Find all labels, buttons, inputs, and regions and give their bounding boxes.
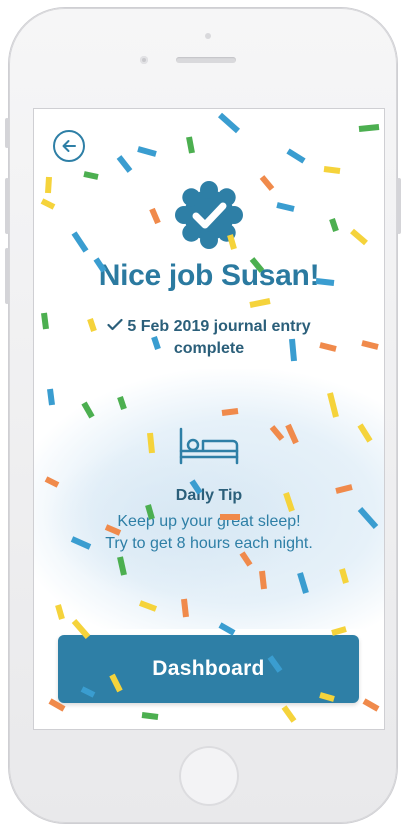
confetti-piece (40, 198, 56, 210)
confetti-piece (329, 218, 339, 232)
confetti-piece (149, 207, 161, 225)
confetti-piece (116, 155, 133, 173)
journal-entry-date-text: 5 Feb 2019 journal entry (127, 318, 311, 335)
bed-icon (179, 427, 239, 465)
app-screen: Nice job Susan! 5 Feb 2019 journal entry… (34, 109, 384, 729)
confetti-piece (276, 202, 295, 212)
confetti-piece (83, 171, 99, 180)
earpiece-speaker (176, 57, 236, 63)
back-button[interactable] (53, 130, 85, 162)
confetti-piece (362, 698, 380, 712)
daily-tip-line-2: Try to get 8 hours each night. (105, 535, 313, 552)
confetti-piece (249, 298, 271, 308)
daily-tip-heading: Daily Tip (175, 487, 243, 504)
back-arrow-icon (62, 140, 76, 152)
volume-down-button (5, 248, 9, 304)
journal-entry-status: 5 Feb 2019 journal entry complete (74, 316, 344, 360)
checkmark-icon (107, 316, 124, 338)
front-camera (140, 56, 148, 64)
confetti-piece (186, 136, 195, 154)
confetti-piece (281, 705, 297, 723)
page-title: Nice job Susan! (98, 259, 320, 292)
confetti-piece (141, 712, 159, 720)
daily-tip-text: Keep up your great sleep! Try to get 8 h… (34, 511, 384, 555)
confetti-piece (45, 176, 52, 194)
verified-check-badge-icon (175, 181, 243, 249)
confetti-piece (71, 231, 89, 253)
confetti-piece (361, 340, 379, 350)
confetti-piece (331, 626, 347, 636)
confetti-piece (358, 124, 380, 132)
journal-entry-complete-text: complete (173, 340, 245, 357)
home-button[interactable] (179, 746, 239, 806)
confetti-piece (259, 175, 275, 191)
daily-tip-line-1: Keep up your great sleep! (117, 513, 301, 530)
confetti-piece (218, 112, 240, 134)
confetti-piece (350, 228, 368, 246)
dashboard-button[interactable]: Dashboard (58, 635, 359, 703)
confetti-piece (41, 312, 49, 330)
mute-switch (5, 118, 9, 148)
sensor-dot (205, 33, 211, 39)
confetti-piece (137, 146, 157, 157)
power-button (397, 178, 401, 234)
confetti-piece (286, 148, 306, 164)
confetti-piece (323, 166, 341, 174)
volume-up-button (5, 178, 9, 234)
